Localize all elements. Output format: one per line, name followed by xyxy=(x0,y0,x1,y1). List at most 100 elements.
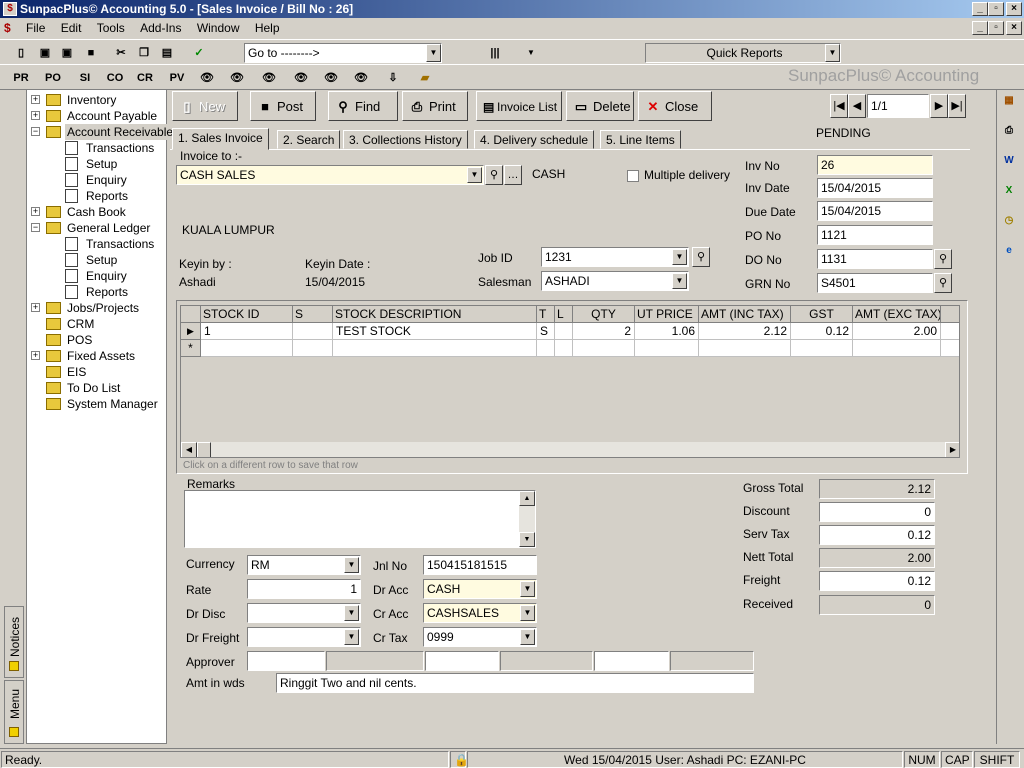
new-cell[interactable] xyxy=(555,340,573,357)
previous-record-button[interactable]: ◀ xyxy=(848,94,866,118)
restore-button[interactable]: ▫ xyxy=(988,2,1004,16)
due-date-field[interactable]: 15/04/2015 xyxy=(817,201,933,221)
tree-item[interactable]: + Fixed Assets xyxy=(27,348,166,364)
remarks-textarea[interactable]: ▲ ▼ xyxy=(184,490,536,548)
expand-icon[interactable]: + xyxy=(31,351,40,360)
col-l[interactable]: L xyxy=(555,306,573,323)
tree-item[interactable]: To Do List xyxy=(27,380,166,396)
col-gst[interactable]: GST xyxy=(791,306,853,323)
inv-no-field[interactable]: 26 xyxy=(817,155,933,175)
post-button[interactable]: ■ Post xyxy=(250,91,316,121)
cr-tax-combo[interactable]: 0999 ▼ xyxy=(423,627,537,647)
tree-item[interactable]: Transactions xyxy=(27,140,166,156)
po-no-field[interactable]: 1121 xyxy=(817,225,933,245)
dr-freight-combo[interactable]: ▼ xyxy=(247,627,361,647)
binoculars-icon[interactable]: 👁 xyxy=(320,67,342,89)
tree-item[interactable]: Enquiry xyxy=(27,268,166,284)
col-t[interactable]: T xyxy=(537,306,555,323)
collapse-icon[interactable]: − xyxy=(31,127,40,136)
discount-field[interactable]: 0 xyxy=(819,502,935,522)
cascade-icon[interactable]: ▣ xyxy=(34,42,56,64)
quick-reports-combo[interactable]: Quick Reports ▼ xyxy=(645,43,841,63)
approver-field-1[interactable] xyxy=(247,651,325,671)
tab-delivery-schedule[interactable]: 4. Delivery schedule xyxy=(474,130,595,149)
tree-item[interactable]: + Account Payable xyxy=(27,108,166,124)
delete-button[interactable]: ▭ Delete xyxy=(566,91,634,121)
col-qty[interactable]: QTY xyxy=(573,306,635,323)
binoculars-icon[interactable]: 👁 xyxy=(226,67,248,89)
find-button[interactable]: ⚲ Find xyxy=(328,91,398,121)
col-amt-inc-tax[interactable]: AMT (INC TAX) xyxy=(699,306,791,323)
rate-field[interactable]: 1 xyxy=(247,579,361,599)
do-no-field[interactable]: 1131 xyxy=(817,249,933,269)
customer-combo[interactable]: CASH SALES ▼ xyxy=(176,165,484,185)
binoculars-icon[interactable]: 👁 xyxy=(290,67,312,89)
new-button[interactable]: ▯ New xyxy=(172,91,238,121)
child-minimize-button[interactable]: _ xyxy=(972,21,988,35)
multiple-delivery-checkbox[interactable] xyxy=(627,170,639,182)
job-lookup-button[interactable]: ⚲ xyxy=(692,247,710,267)
new-cell[interactable] xyxy=(853,340,941,357)
dr-disc-combo[interactable]: ▼ xyxy=(247,603,361,623)
scroll-left-button[interactable]: ◀ xyxy=(181,442,197,457)
tree-item[interactable]: + Cash Book xyxy=(27,204,166,220)
remarks-scrollbar[interactable]: ▲ ▼ xyxy=(519,491,535,547)
scroll-down-button[interactable]: ▼ xyxy=(519,532,535,547)
new-cell[interactable] xyxy=(333,340,537,357)
close-window-button[interactable]: × xyxy=(1006,2,1022,16)
cell-s[interactable] xyxy=(293,323,333,340)
tab-collections-history[interactable]: 3. Collections History xyxy=(343,130,468,149)
purchase-order-icon[interactable]: PO xyxy=(42,67,64,89)
col-s[interactable]: S xyxy=(293,306,333,323)
binoculars-icon[interactable]: 👁 xyxy=(350,67,372,89)
credit-note-icon[interactable]: CO xyxy=(104,67,126,89)
cell-t[interactable]: S xyxy=(537,323,555,340)
tree-item[interactable]: System Manager xyxy=(27,396,166,412)
tab-sales-invoice[interactable]: 1. Sales Invoice xyxy=(172,128,269,150)
horizontal-scrollbar[interactable] xyxy=(181,442,959,457)
binoculars-icon[interactable]: 👁 xyxy=(258,67,280,89)
tree-item[interactable]: Setup xyxy=(27,156,166,172)
approver-field-3[interactable] xyxy=(594,651,669,671)
job-id-combo[interactable]: 1231 ▼ xyxy=(541,247,689,267)
payment-voucher-icon[interactable]: PV xyxy=(166,67,188,89)
new-cell[interactable] xyxy=(293,340,333,357)
save-icon[interactable]: ■ xyxy=(80,42,102,64)
new-cell[interactable] xyxy=(573,340,635,357)
tree-item[interactable]: − General Ledger xyxy=(27,220,166,236)
new-cell[interactable] xyxy=(201,340,293,357)
tree-item[interactable]: Setup xyxy=(27,252,166,268)
cell-ut-price[interactable]: 1.06 xyxy=(635,323,699,340)
binoculars-icon[interactable]: 👁 xyxy=(196,67,218,89)
col-stock-description[interactable]: STOCK DESCRIPTION xyxy=(333,306,537,323)
invoice-list-button[interactable]: ▤ Invoice List xyxy=(476,91,562,121)
tree-item[interactable]: Reports xyxy=(27,284,166,300)
cr-acc-combo[interactable]: CASHSALES ▼ xyxy=(423,603,537,623)
goto-combo[interactable]: Go to --------> ▼ xyxy=(244,43,442,63)
cell-gst[interactable]: 0.12 xyxy=(791,323,853,340)
child-restore-button[interactable]: ▫ xyxy=(988,21,1004,35)
clock-icon[interactable]: ◷ xyxy=(1000,212,1018,230)
copy-icon[interactable]: ❐ xyxy=(133,42,155,64)
cell-amt-inc-tax[interactable]: 2.12 xyxy=(699,323,791,340)
internet-explorer-icon[interactable]: e xyxy=(1000,242,1018,260)
expand-icon[interactable]: + xyxy=(31,95,40,104)
import-icon[interactable]: ⇩ xyxy=(382,67,404,89)
salesman-combo[interactable]: ASHADI ▼ xyxy=(541,271,689,291)
menu-help[interactable]: Help xyxy=(249,18,286,38)
tree-item[interactable]: POS xyxy=(27,332,166,348)
cut-icon[interactable]: ✂ xyxy=(110,42,132,64)
tree-item[interactable]: EIS xyxy=(27,364,166,380)
menu-tools[interactable]: Tools xyxy=(91,18,131,38)
serv-tax-field[interactable]: 0.12 xyxy=(819,525,935,545)
new-row-marker[interactable]: * xyxy=(181,340,201,357)
notices-tab[interactable]: Notices xyxy=(4,606,24,678)
next-record-button[interactable]: ▶ xyxy=(930,94,948,118)
currency-combo[interactable]: RM ▼ xyxy=(247,555,361,575)
menu-file[interactable]: File xyxy=(20,18,51,38)
grn-no-field[interactable]: S4501 xyxy=(817,273,933,293)
menu-window[interactable]: Window xyxy=(191,18,246,38)
spellcheck-icon[interactable]: ✓ xyxy=(188,42,210,64)
cell-stock-id[interactable]: 1 xyxy=(201,323,293,340)
collapse-icon[interactable]: − xyxy=(31,223,40,232)
